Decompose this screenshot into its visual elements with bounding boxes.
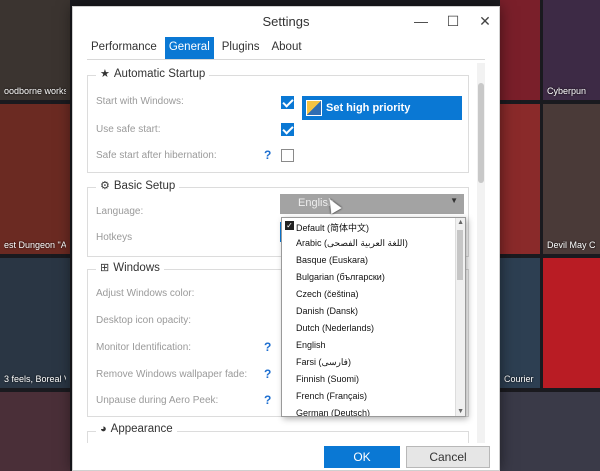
background-tile[interactable]: 3 feels, Boreal Val — [0, 258, 70, 388]
safe-start-hibernation-checkbox[interactable] — [281, 149, 294, 162]
background-tile[interactable] — [543, 258, 600, 388]
language-select[interactable]: English ▼ — [280, 194, 464, 214]
unpause-aero-peek-label: Unpause during Aero Peek: — [96, 395, 219, 406]
title-bar[interactable]: Settings — ☐ ✕ — [73, 7, 499, 37]
windows-icon: ⊞ — [100, 262, 110, 274]
tile-caption: 3 feels, Boreal Val — [4, 374, 66, 384]
use-safe-start-label: Use safe start: — [96, 124, 161, 135]
language-option-french[interactable]: French (Français) — [282, 388, 465, 405]
help-icon[interactable]: ? — [264, 367, 271, 381]
shield-icon — [306, 100, 322, 116]
star-icon: ★ — [100, 68, 110, 80]
tile-caption: est Dungeon "Anime — [4, 240, 66, 250]
dropdown-scrollbar[interactable]: ▲ ▼ — [455, 218, 465, 416]
content-scrollbar-thumb[interactable] — [478, 83, 484, 183]
language-option-default[interactable]: ✓ Default (简体中文) — [282, 218, 465, 235]
maximize-button[interactable]: ☐ — [439, 9, 467, 33]
group-title-label: Basic Setup — [113, 179, 176, 192]
appearance-group: ◕ Appearance — [87, 423, 469, 443]
background-tile[interactable] — [500, 104, 540, 254]
background-tile[interactable]: Courier — [500, 258, 540, 388]
language-option-farsi[interactable]: Farsi (فارسی) — [282, 354, 465, 371]
option-label: Bulgarian (български) — [296, 272, 385, 282]
option-label: Danish (Dansk) — [296, 306, 359, 316]
language-option-czech[interactable]: Czech (čeština) — [282, 286, 465, 303]
dropdown-scrollbar-thumb[interactable] — [457, 230, 463, 280]
scroll-up-icon[interactable]: ▲ — [457, 219, 464, 226]
background-tile[interactable] — [500, 0, 540, 100]
background-tile[interactable]: oodborne worksho — [0, 0, 70, 100]
option-label: Farsi (فارسی) — [296, 357, 351, 367]
group-title-label: Windows — [113, 261, 160, 274]
remove-wallpaper-fade-label: Remove Windows wallpaper fade: — [96, 369, 248, 380]
option-label: Default (简体中文) — [296, 223, 370, 233]
option-label: Dutch (Nederlands) — [296, 323, 375, 333]
tile-caption: Courier — [504, 374, 534, 384]
gear-icon: ⚙ — [100, 180, 110, 192]
tab-plugins[interactable]: Plugins — [218, 37, 264, 59]
monitor-identification-label: Monitor Identification: — [96, 342, 192, 353]
option-label: Czech (čeština) — [296, 289, 359, 299]
language-option-finnish[interactable]: Finnish (Suomi) — [282, 371, 465, 388]
minimize-button[interactable]: — — [407, 9, 435, 33]
tile-caption: Cyberpun — [547, 86, 587, 96]
option-label: German (Deutsch) — [296, 408, 371, 417]
help-icon[interactable]: ? — [264, 340, 271, 354]
chevron-down-icon: ▼ — [450, 196, 458, 205]
background-tile[interactable]: est Dungeon "Anime — [0, 104, 70, 254]
tab-bar: Performance General Plugins About — [87, 37, 310, 59]
tile-caption: Devil May Cry — [547, 240, 596, 250]
option-label: Finnish (Suomi) — [296, 374, 360, 384]
option-label: Arabic (اللغة العربية الفصحى) — [296, 238, 408, 248]
set-high-priority-button[interactable]: Set high priority — [302, 96, 462, 120]
group-title: ⚙ Basic Setup — [96, 179, 180, 192]
group-title: ★ Automatic Startup — [96, 67, 210, 80]
scroll-down-icon[interactable]: ▼ — [457, 408, 464, 415]
option-label: Basque (Euskara) — [296, 255, 369, 265]
close-button[interactable]: ✕ — [471, 9, 499, 33]
language-option-danish[interactable]: Danish (Dansk) — [282, 303, 465, 320]
language-option-bulgarian[interactable]: Bulgarian (български) — [282, 269, 465, 286]
tab-about[interactable]: About — [267, 37, 305, 59]
safe-start-hibernation-label: Safe start after hibernation: — [96, 150, 217, 161]
group-title: ⊞ Windows — [96, 261, 164, 274]
tile-caption: oodborne worksho — [4, 86, 66, 96]
group-title-label: Appearance — [110, 423, 173, 435]
automatic-startup-group: ★ Automatic Startup Start with Windows: … — [87, 67, 469, 173]
background-tile[interactable] — [500, 392, 600, 471]
language-option-german[interactable]: German (Deutsch) — [282, 405, 465, 417]
tab-general[interactable]: General — [164, 37, 214, 59]
tab-performance[interactable]: Performance — [87, 37, 161, 59]
language-option-dutch[interactable]: Dutch (Nederlands) — [282, 320, 465, 337]
window-title: Settings — [262, 14, 310, 29]
option-label: English — [296, 340, 326, 350]
ok-button[interactable]: OK — [324, 446, 400, 468]
cancel-button[interactable]: Cancel — [406, 446, 490, 468]
adjust-windows-color-label: Adjust Windows color: — [96, 288, 195, 299]
help-icon[interactable]: ? — [264, 148, 271, 162]
palette-icon: ◕ — [100, 423, 107, 435]
language-option-basque[interactable]: Basque (Euskara) — [282, 252, 465, 269]
help-icon[interactable]: ? — [264, 393, 271, 407]
tab-divider — [87, 59, 485, 60]
use-safe-start-checkbox[interactable] — [281, 123, 294, 136]
start-with-windows-checkbox[interactable] — [281, 96, 294, 109]
group-title: ◕ Appearance — [96, 423, 177, 435]
desktop-icon-opacity-label: Desktop icon opacity: — [96, 315, 192, 326]
high-priority-label: Set high priority — [326, 102, 411, 114]
language-dropdown-list[interactable]: ✓ Default (简体中文) Arabic (اللغة العربية ا… — [281, 217, 466, 417]
background-tile[interactable]: Cyberpun — [543, 0, 600, 100]
start-with-windows-label: Start with Windows: — [96, 96, 184, 107]
background-tile[interactable]: Devil May Cry — [543, 104, 600, 254]
language-option-arabic[interactable]: Arabic (اللغة العربية الفصحى) — [282, 235, 465, 252]
language-option-english[interactable]: English — [282, 337, 465, 354]
check-icon: ✓ — [285, 221, 294, 230]
option-label: French (Français) — [296, 391, 368, 401]
background-tile[interactable] — [0, 392, 70, 471]
group-title-label: Automatic Startup — [113, 67, 206, 80]
content-scrollbar[interactable] — [477, 63, 485, 443]
hotkeys-label: Hotkeys — [96, 232, 133, 243]
language-label: Language: — [96, 206, 144, 217]
